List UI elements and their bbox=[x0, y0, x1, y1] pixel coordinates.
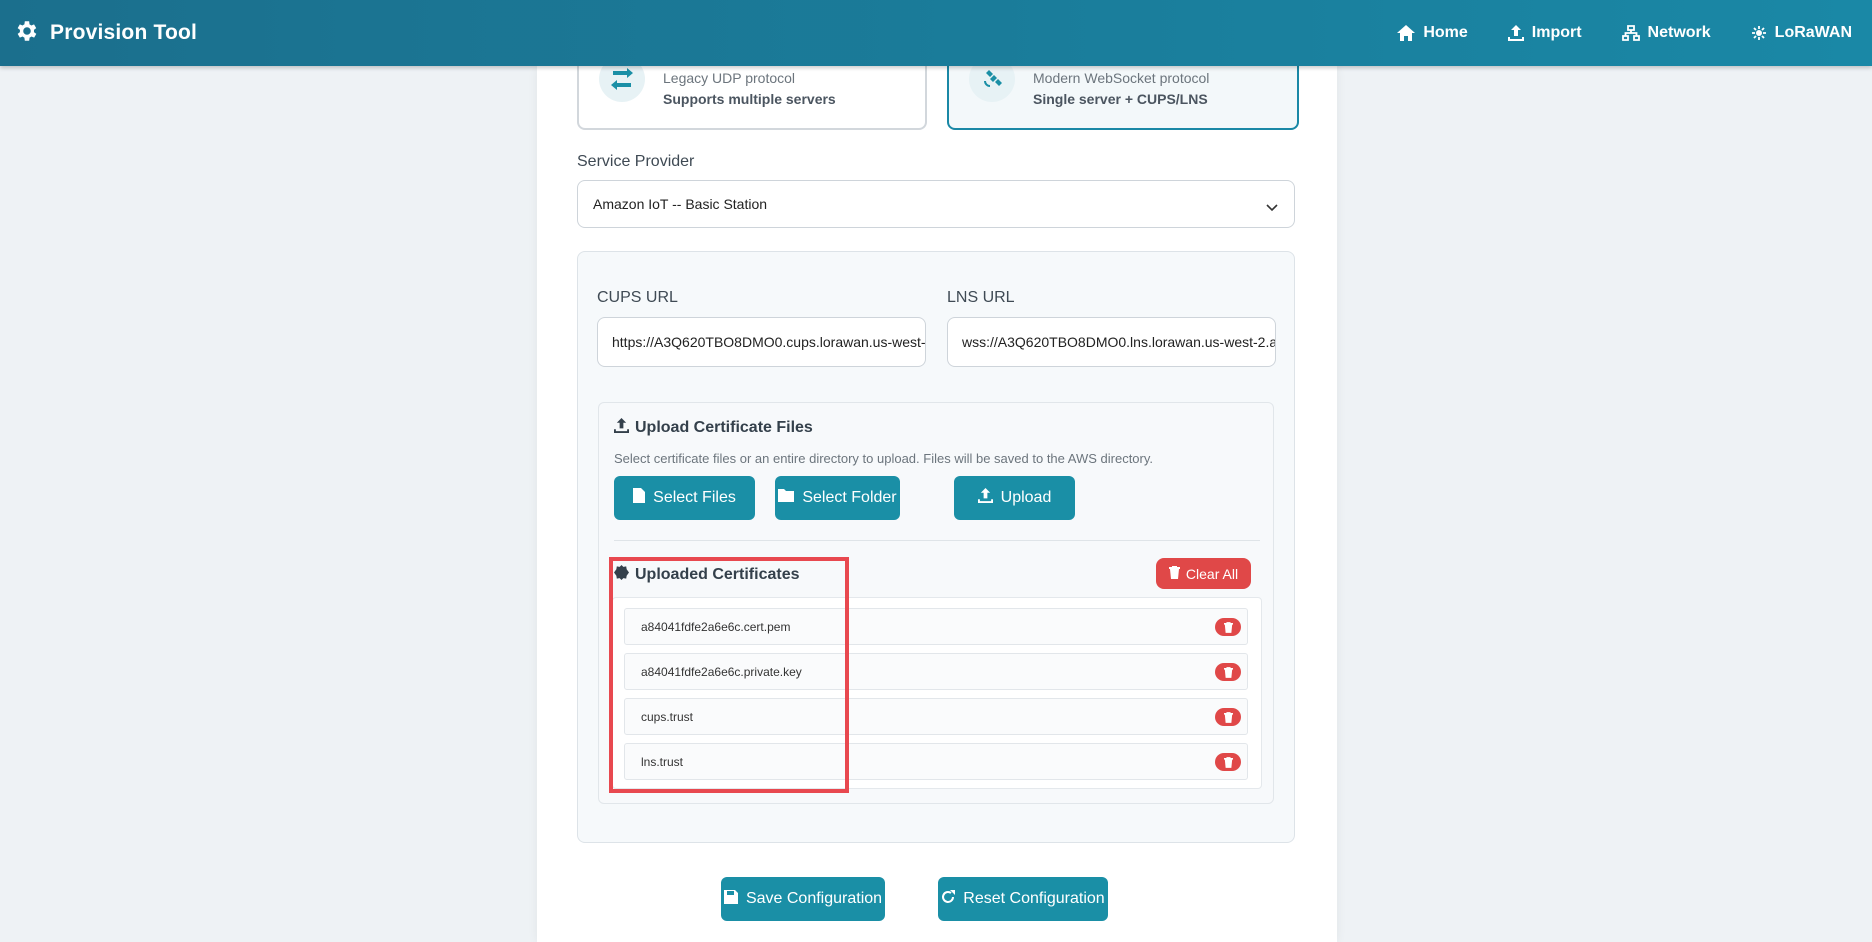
save-configuration-label: Save Configuration bbox=[745, 890, 883, 907]
uploaded-certificates-title-text: Uploaded Certificates bbox=[635, 566, 800, 583]
protocol-option-basic-station[interactable]: Modern WebSocket protocol Single server … bbox=[947, 56, 1299, 130]
upload-icon bbox=[977, 488, 993, 508]
delete-certificate-button[interactable] bbox=[1215, 753, 1241, 771]
clear-all-label: Clear All bbox=[1185, 565, 1239, 582]
delete-certificate-button[interactable] bbox=[1215, 618, 1241, 636]
certificate-item: lns.trust bbox=[624, 743, 1248, 780]
nav-home-label: Home bbox=[1423, 24, 1468, 41]
clear-all-button[interactable]: Clear All bbox=[1156, 558, 1251, 589]
select-files-button[interactable]: Select Files bbox=[614, 476, 755, 520]
certificate-icon bbox=[614, 565, 629, 585]
nav-lorawan[interactable]: LoRaWAN bbox=[1731, 24, 1872, 42]
certificate-name: cups.trust bbox=[641, 710, 694, 724]
certificate-name: lns.trust bbox=[641, 755, 684, 769]
nav-network-label: Network bbox=[1647, 24, 1711, 41]
select-files-label: Select Files bbox=[653, 489, 736, 506]
nav-lorawan-label: LoRaWAN bbox=[1774, 24, 1852, 41]
uploaded-certificates-title: Uploaded Certificates bbox=[614, 565, 799, 585]
divider bbox=[614, 540, 1260, 541]
certificate-item: a84041fdfe2a6e6c.cert.pem bbox=[624, 608, 1248, 645]
config-card: Legacy UDP protocol Supports multiple se… bbox=[537, 56, 1337, 942]
network-icon bbox=[1621, 25, 1640, 41]
trash-icon bbox=[1223, 756, 1233, 768]
certificate-item: cups.trust bbox=[624, 698, 1248, 735]
cups-url-input[interactable]: https://A3Q620TBO8DMO0.cups.lorawan.us-w… bbox=[597, 317, 926, 367]
upload-title: Upload Certificate Files bbox=[614, 418, 813, 438]
service-provider-select[interactable]: Amazon IoT -- Basic Station bbox=[577, 180, 1295, 228]
lorawan-icon bbox=[1751, 25, 1767, 41]
gear-icon bbox=[14, 18, 40, 49]
reset-icon bbox=[941, 889, 956, 909]
delete-certificate-button[interactable] bbox=[1215, 663, 1241, 681]
service-provider-value: Amazon IoT -- Basic Station bbox=[593, 196, 768, 212]
upload-icon bbox=[1507, 25, 1524, 41]
lns-url-label: LNS URL bbox=[947, 289, 1015, 306]
file-icon bbox=[633, 488, 646, 508]
service-provider-label: Service Provider bbox=[577, 153, 695, 170]
trash-icon bbox=[1223, 711, 1233, 723]
reset-configuration-button[interactable]: Reset Configuration bbox=[938, 877, 1108, 921]
cups-url-label: CUPS URL bbox=[597, 289, 678, 306]
certificate-list: a84041fdfe2a6e6c.cert.pem a84041fdfe2a6e… bbox=[612, 597, 1262, 789]
certificate-name: a84041fdfe2a6e6c.private.key bbox=[641, 665, 802, 679]
folder-icon bbox=[778, 489, 795, 507]
delete-certificate-button[interactable] bbox=[1215, 708, 1241, 726]
brand-title: Provision Tool bbox=[50, 21, 198, 44]
basic-station-detail: Single server + CUPS/LNS bbox=[1033, 91, 1208, 107]
basic-station-panel: CUPS URL https://A3Q620TBO8DMO0.cups.lor… bbox=[577, 251, 1295, 843]
basic-station-description: Modern WebSocket protocol bbox=[1033, 70, 1210, 86]
certificate-item: a84041fdfe2a6e6c.private.key bbox=[624, 653, 1248, 690]
trash-icon bbox=[1223, 621, 1233, 633]
nav-import[interactable]: Import bbox=[1488, 24, 1602, 42]
select-folder-label: Select Folder bbox=[802, 489, 897, 506]
upload-label: Upload bbox=[1000, 489, 1052, 506]
top-navbar: Provision Tool Home Import Network LoRaW… bbox=[0, 0, 1872, 66]
save-icon bbox=[723, 889, 738, 909]
upload-button[interactable]: Upload bbox=[954, 476, 1075, 520]
trash-icon bbox=[1223, 666, 1233, 678]
upload-certificates-section: Upload Certificate Files Select certific… bbox=[598, 402, 1274, 804]
save-configuration-button[interactable]: Save Configuration bbox=[721, 877, 885, 921]
select-folder-button[interactable]: Select Folder bbox=[775, 476, 900, 520]
trash-icon bbox=[1168, 565, 1180, 582]
protocol-option-udp[interactable]: Legacy UDP protocol Supports multiple se… bbox=[577, 56, 927, 130]
brand[interactable]: Provision Tool bbox=[14, 17, 197, 49]
nav-links: Home Import Network LoRaWAN bbox=[1377, 0, 1872, 66]
upload-title-text: Upload Certificate Files bbox=[635, 419, 813, 436]
lns-url-value: wss://A3Q620TBO8DMO0.lns.lorawan.us-west… bbox=[962, 334, 1275, 350]
cups-url-value: https://A3Q620TBO8DMO0.cups.lorawan.us-w… bbox=[612, 334, 926, 350]
reset-configuration-label: Reset Configuration bbox=[963, 890, 1105, 907]
udp-description: Legacy UDP protocol bbox=[663, 70, 796, 86]
nav-network[interactable]: Network bbox=[1602, 24, 1731, 42]
certificate-name: a84041fdfe2a6e6c.cert.pem bbox=[641, 620, 791, 634]
home-icon bbox=[1397, 25, 1416, 41]
udp-detail: Supports multiple servers bbox=[663, 91, 836, 107]
chevron-down-icon bbox=[1266, 199, 1278, 217]
nav-home[interactable]: Home bbox=[1377, 24, 1487, 42]
upload-help-text: Select certificate files or an entire di… bbox=[614, 451, 1154, 466]
nav-import-label: Import bbox=[1531, 24, 1582, 41]
lns-url-input[interactable]: wss://A3Q620TBO8DMO0.lns.lorawan.us-west… bbox=[947, 317, 1276, 367]
upload-icon bbox=[614, 418, 629, 438]
